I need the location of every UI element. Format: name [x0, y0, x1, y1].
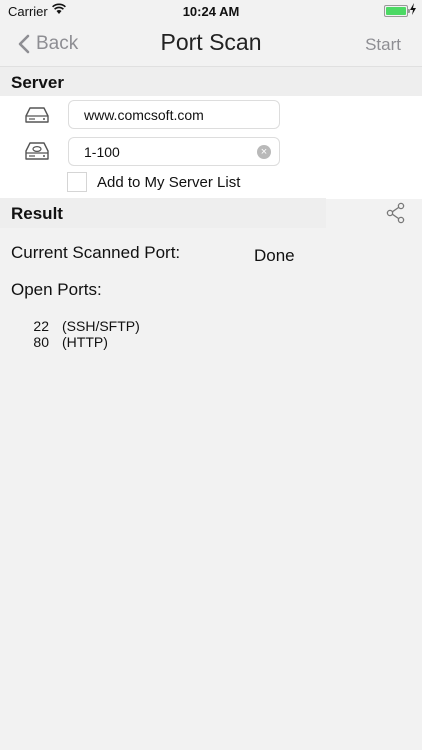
- open-ports-label: Open Ports:: [11, 280, 102, 299]
- result-header-label: Result: [11, 204, 63, 223]
- open-port-row: 22 (SSH/SFTP): [25, 318, 140, 334]
- port-range-input[interactable]: 1-100 ×: [68, 137, 280, 166]
- add-to-server-list-checkbox[interactable]: [67, 172, 87, 192]
- server-drive-icon: [25, 107, 49, 123]
- status-time: 10:24 AM: [182, 4, 240, 19]
- open-ports-list: 22 (SSH/SFTP) 80 (HTTP): [25, 318, 140, 350]
- share-icon[interactable]: [386, 202, 406, 224]
- host-input-value: www.comcsoft.com: [84, 107, 204, 123]
- clear-input-icon[interactable]: ×: [257, 145, 271, 159]
- open-port-row: 80 (HTTP): [25, 334, 140, 350]
- port-range-drive-icon: [25, 142, 49, 160]
- server-header-label: Server: [11, 73, 64, 92]
- host-input[interactable]: www.comcsoft.com: [68, 100, 280, 129]
- nav-bar: Back Port Scan Start: [0, 22, 422, 66]
- battery-level: [386, 7, 406, 15]
- battery-icon: [384, 5, 410, 17]
- port-service: (HTTP): [62, 334, 108, 350]
- add-to-server-list-label: Add to My Server List: [97, 174, 241, 191]
- current-scanned-port-value: Done: [254, 246, 295, 265]
- server-section-header: Server: [0, 66, 422, 97]
- current-scanned-port-label: Current Scanned Port:: [11, 243, 181, 262]
- charging-bolt-icon: [410, 3, 416, 15]
- start-button[interactable]: Start: [365, 35, 401, 55]
- status-bar: Carrier 10:24 AM: [0, 0, 422, 22]
- port-number: 22: [33, 318, 49, 334]
- result-section-header: Result: [0, 198, 326, 228]
- port-number: 80: [33, 334, 49, 350]
- port-service: (SSH/SFTP): [62, 318, 140, 334]
- page-title: Port Scan: [160, 29, 262, 55]
- port-range-value: 1-100: [84, 144, 120, 160]
